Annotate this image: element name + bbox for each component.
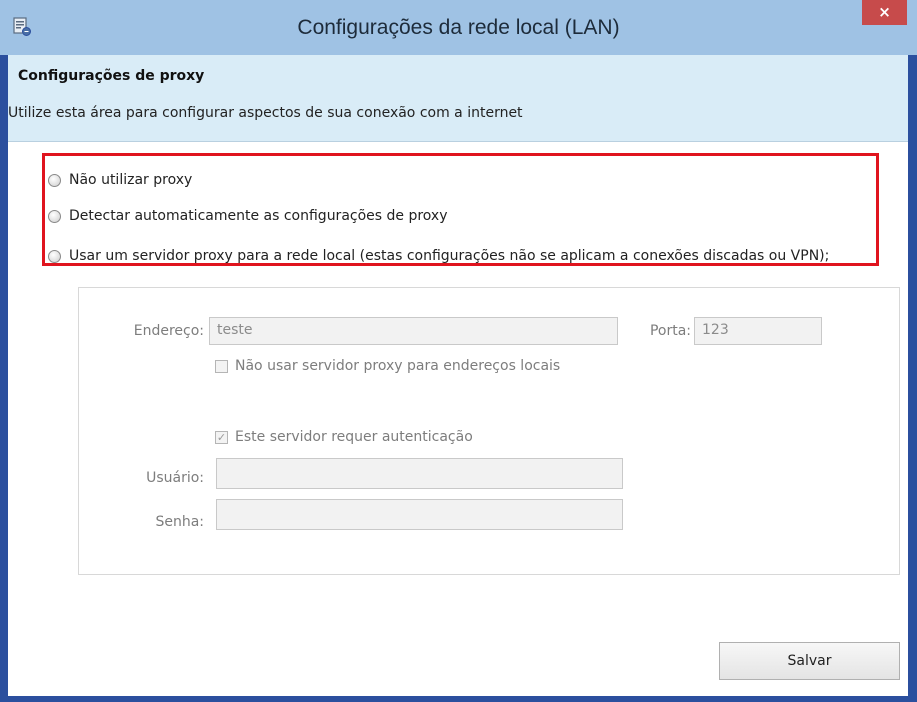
checkbox-checked[interactable]: ✓ bbox=[215, 430, 228, 444]
user-field[interactable] bbox=[216, 458, 623, 489]
user-label: Usuário: bbox=[146, 470, 204, 486]
section-title: Configurações de proxy bbox=[18, 68, 205, 84]
dialog-body: Configurações de proxy Utilize esta área… bbox=[8, 55, 908, 696]
check-icon: ✓ bbox=[216, 430, 227, 444]
radio-button[interactable] bbox=[48, 209, 61, 223]
radio-button[interactable] bbox=[48, 173, 61, 187]
address-field[interactable]: teste bbox=[209, 317, 618, 345]
lan-settings-window: Configurações da rede local (LAN) × Conf… bbox=[0, 0, 917, 702]
section-description: Utilize esta área para configurar aspect… bbox=[8, 105, 523, 121]
radio-button[interactable] bbox=[48, 249, 61, 263]
radio-manual-proxy[interactable]: Usar um servidor proxy para a rede local… bbox=[48, 248, 829, 264]
radio-no-proxy[interactable]: Não utilizar proxy bbox=[48, 172, 192, 188]
password-label: Senha: bbox=[155, 514, 204, 530]
radio-auto-detect[interactable]: Detectar automaticamente as configuraçõe… bbox=[48, 208, 448, 224]
port-label: Porta: bbox=[649, 323, 691, 339]
close-icon: × bbox=[878, 3, 891, 21]
checkbox-label: Não usar servidor proxy para endereços l… bbox=[235, 358, 561, 374]
address-label: Endereço: bbox=[133, 323, 204, 339]
port-field[interactable]: 123 bbox=[694, 317, 822, 345]
radio-label: Não utilizar proxy bbox=[69, 172, 193, 188]
auth-required-checkbox[interactable]: ✓ Este servidor requer autenticação bbox=[215, 429, 473, 445]
window-title: Configurações da rede local (LAN) bbox=[297, 16, 620, 39]
save-button[interactable]: Salvar bbox=[719, 642, 900, 680]
checkbox-label: Este servidor requer autenticação bbox=[235, 429, 473, 445]
radio-label: Usar um servidor proxy para a rede local… bbox=[69, 248, 830, 264]
checkbox[interactable] bbox=[215, 359, 228, 373]
password-field[interactable] bbox=[216, 499, 623, 530]
bypass-local-checkbox[interactable]: Não usar servidor proxy para endereços l… bbox=[215, 358, 560, 374]
close-button[interactable]: × bbox=[862, 0, 907, 25]
radio-label: Detectar automaticamente as configuraçõe… bbox=[69, 208, 448, 224]
header-band: Configurações de proxy Utilize esta área… bbox=[8, 55, 908, 142]
title-bar: Configurações da rede local (LAN) × bbox=[0, 0, 917, 55]
